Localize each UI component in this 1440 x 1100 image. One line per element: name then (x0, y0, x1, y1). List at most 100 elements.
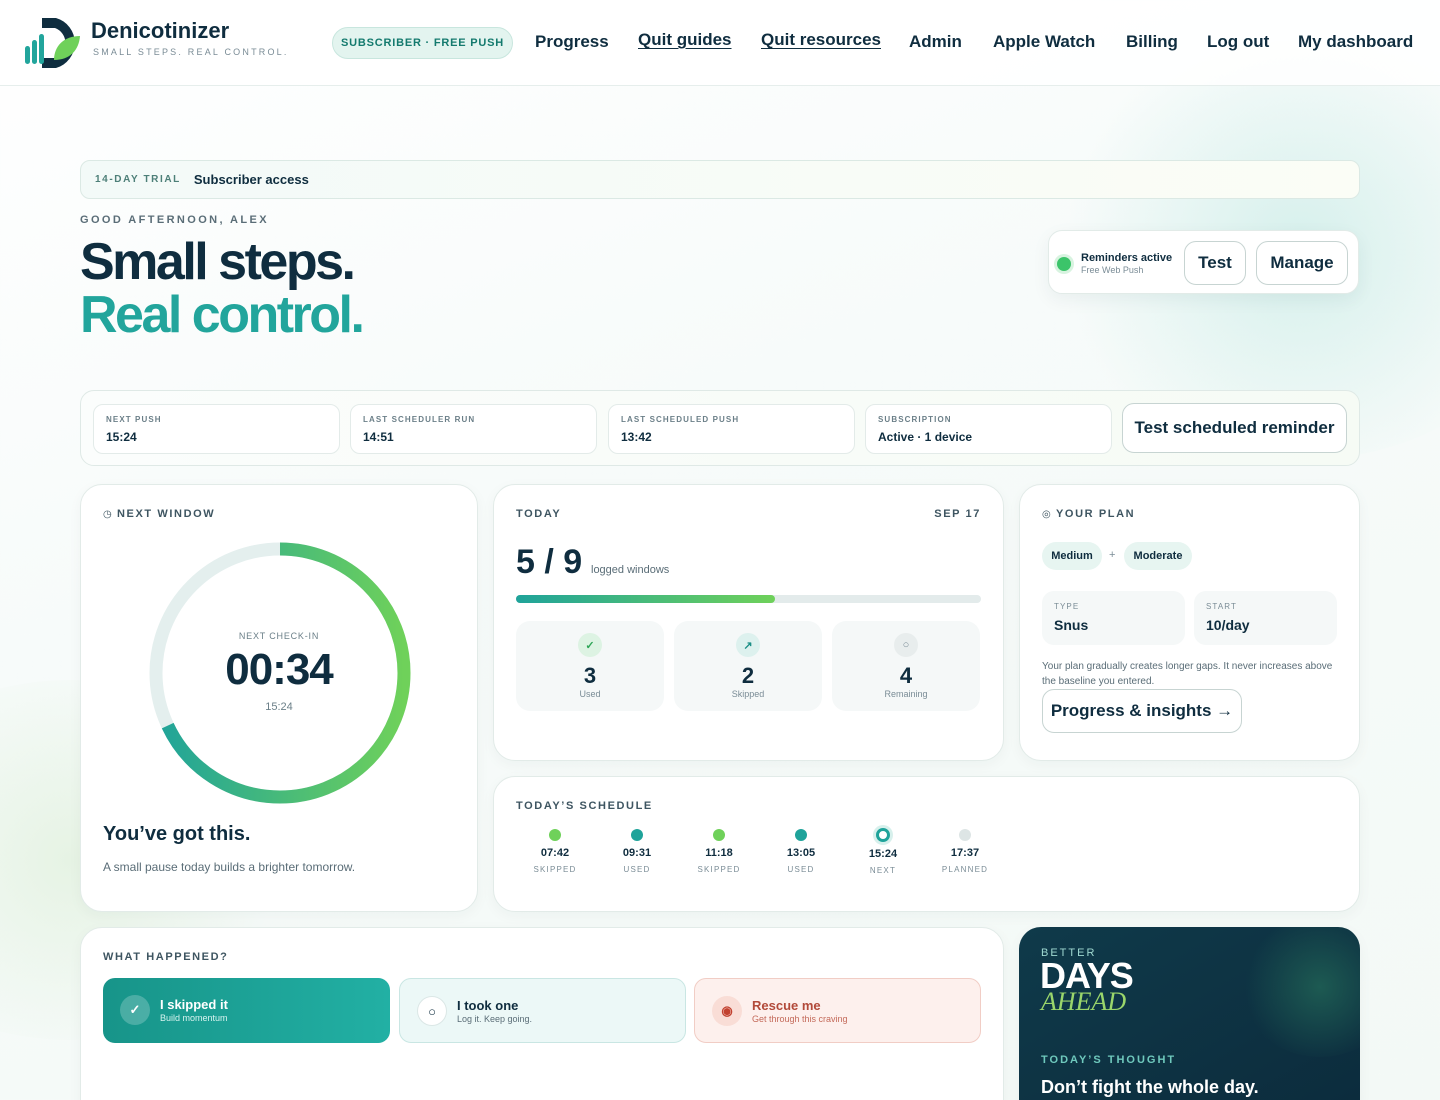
stat-value: 3 (583, 663, 597, 688)
what-happened-card: WHAT HAPPENED? ✓ I skipped it Build mome… (80, 927, 1004, 1100)
nav-quit-guides[interactable]: Quit guides (638, 30, 732, 50)
schedule-status: NEXT (869, 866, 897, 875)
schedule-item[interactable]: 07:42 SKIPPED (520, 829, 590, 874)
next-checkin-caption: NEXT CHECK-IN (238, 631, 320, 641)
thought-label: TODAY’S THOUGHT (1041, 1054, 1177, 1066)
nav-my-dashboard[interactable]: My dashboard (1298, 32, 1413, 52)
stat-label: LAST SCHEDULER RUN (363, 415, 476, 424)
greeting: GOOD AFTERNOON, ALEX (80, 214, 269, 226)
nav-progress[interactable]: Progress (535, 32, 609, 52)
next-window-card: ◷ NEXT WINDOW NEXT CHECK-IN 00:34 15:24 … (80, 484, 478, 912)
stat-value: 13:42 (621, 430, 652, 444)
schedule-item[interactable]: 09:31 USED (602, 829, 672, 874)
stat-last-scheduler-run: LAST SCHEDULER RUN 14:51 (350, 404, 597, 454)
stat-remaining: ○ 4 Remaining (832, 621, 980, 711)
card-title: TODAY (516, 508, 562, 520)
reminder-status-dot-icon (1057, 257, 1071, 271)
target-icon: ◉ (712, 996, 742, 1026)
plan-start: START 10/day (1194, 591, 1337, 645)
brand-name[interactable]: Denicotinizer (91, 18, 229, 44)
status-dot-icon (795, 829, 807, 841)
circle-icon: ○ (417, 996, 447, 1026)
test-scheduled-reminder-button[interactable]: Test scheduled reminder (1122, 403, 1347, 453)
nav-apple-watch[interactable]: Apple Watch (993, 32, 1095, 52)
card-title: TODAY’S SCHEDULE (516, 800, 653, 812)
stat-used: ✓ 3 Used (516, 621, 664, 711)
stat-skipped: ↗ 2 Skipped (674, 621, 822, 711)
schedule-time: 09:31 (622, 847, 652, 859)
stat-label: NEXT PUSH (106, 415, 162, 424)
nav-admin[interactable]: Admin (909, 32, 962, 52)
stat-value: 15:24 (106, 430, 137, 444)
trial-label: 14-DAY TRIAL (95, 174, 181, 185)
action-title: I took one (457, 998, 519, 1013)
stat-next-push: NEXT PUSH 15:24 (93, 404, 340, 454)
promo-italic: AHEAD (1041, 987, 1127, 1016)
arrow-up-right-icon: ↗ (736, 633, 760, 657)
trial-value: Subscriber access (193, 172, 309, 187)
card-title: YOUR PLAN (1056, 508, 1136, 520)
logged-caption: logged windows (591, 564, 670, 576)
stat-last-scheduled-push: LAST SCHEDULED PUSH 13:42 (608, 404, 855, 454)
scheduler-status-strip: NEXT PUSH 15:24 LAST SCHEDULER RUN 14:51… (80, 390, 1360, 466)
stat-subscription: SUBSCRIPTION Active · 1 device (865, 404, 1112, 454)
next-ring-icon (876, 828, 890, 842)
schedule-time: 17:37 (950, 847, 980, 859)
next-checkin-time: 15:24 (265, 701, 293, 713)
progress-insights-button[interactable]: Progress & insights → (1042, 689, 1242, 733)
today-card: TODAY SEP 17 5 / 9 logged windows ✓ 3 Us… (493, 484, 1004, 761)
plan-type: TYPE Snus (1042, 591, 1185, 645)
plan-chip-intensity: Medium (1042, 542, 1102, 570)
plan-chip-pace: Moderate (1124, 542, 1192, 570)
stat-value: 14:51 (363, 430, 394, 444)
nav-log-out[interactable]: Log out (1207, 32, 1269, 52)
plan-start-label: START (1206, 602, 1237, 611)
nav-quit-resources[interactable]: Quit resources (761, 30, 881, 50)
check-icon: ✓ (120, 995, 150, 1025)
target-icon: ◎ (1042, 509, 1051, 520)
rescue-me-button[interactable]: ◉ Rescue me Get through this craving (694, 978, 981, 1043)
schedule-status: SKIPPED (697, 865, 741, 874)
check-icon: ✓ (578, 633, 602, 657)
hero-title-line2: Real control. (80, 286, 365, 344)
reminders-card: Reminders active Free Web Push Test Mana… (1048, 230, 1359, 294)
status-dot-icon (549, 829, 561, 841)
status-dot-icon (959, 829, 971, 841)
schedule-time: 13:05 (786, 847, 816, 859)
stat-value: Active · 1 device (878, 430, 973, 444)
schedule-time: 11:18 (705, 847, 733, 859)
action-subtitle: Log it. Keep going. (457, 1014, 533, 1024)
today-progress-fill (516, 595, 775, 603)
encouragement-heading: You’ve got this. (103, 823, 251, 845)
card-title: NEXT WINDOW (117, 508, 216, 520)
logged-count: 5 / 9 (516, 543, 583, 581)
action-title: Rescue me (752, 998, 821, 1013)
stat-label: SUBSCRIPTION (878, 415, 952, 424)
brand-tagline: SMALL STEPS. REAL CONTROL. (93, 47, 289, 57)
schedule-item-next[interactable]: 15:24 NEXT (848, 828, 918, 875)
encouragement-message: A small pause today builds a brighter to… (103, 860, 356, 874)
schedule-status: PLANNED (941, 865, 989, 874)
plan-plus: + (1109, 549, 1116, 561)
plan-start-value: 10/day (1206, 617, 1250, 633)
stat-value: 4 (899, 663, 913, 688)
skipped-it-button[interactable]: ✓ I skipped it Build momentum (103, 978, 390, 1043)
took-one-button[interactable]: ○ I took one Log it. Keep going. (399, 978, 686, 1043)
trial-banner: 14-DAY TRIAL Subscriber access (80, 160, 1360, 199)
action-title: I skipped it (160, 997, 228, 1012)
today-date: SEP 17 (934, 508, 981, 520)
reminders-status: Reminders active (1081, 252, 1173, 264)
better-days-card: BETTER DAYS AHEAD TODAY’S THOUGHT Don’t … (1019, 927, 1360, 1100)
schedule-item[interactable]: 11:18 SKIPPED (684, 829, 754, 874)
nav-billing[interactable]: Billing (1126, 32, 1178, 52)
manage-button[interactable]: Manage (1256, 241, 1348, 285)
thought-text: Don’t fight the whole day. (1041, 1077, 1259, 1097)
test-button[interactable]: Test (1184, 241, 1246, 285)
stat-label: Skipped (731, 689, 765, 699)
stat-label: Remaining (884, 689, 928, 699)
schedule-item[interactable]: 13:05 USED (766, 829, 836, 874)
schedule-item[interactable]: 17:37 PLANNED (930, 829, 1000, 874)
stat-label: LAST SCHEDULED PUSH (621, 415, 740, 424)
schedule-time: 07:42 (540, 847, 570, 859)
brand-logo-icon[interactable] (22, 16, 84, 70)
